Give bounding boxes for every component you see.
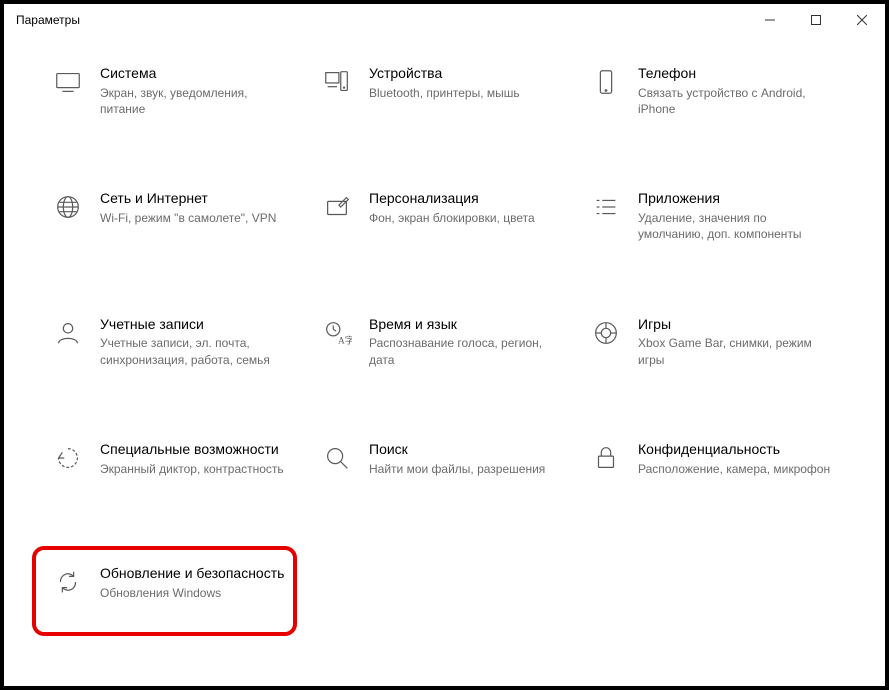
tile-accounts[interactable]: Учетные записи Учетные записи, эл. почта… [50,311,301,372]
tile-desc: Учетные записи, эл. почта, синхронизация… [100,335,293,367]
tile-search[interactable]: Поиск Найти мои файлы, разрешения [319,436,570,496]
tile-title: Игры [638,315,831,334]
close-button[interactable] [839,4,885,36]
search-icon [321,442,353,474]
tile-title: Сеть и Интернет [100,189,293,208]
tile-desc: Распознавание голоса, регион, дата [369,335,562,367]
svg-text:A字: A字 [338,334,352,346]
tile-desc: Bluetooth, принтеры, мышь [369,85,562,101]
tile-title: Поиск [369,440,562,459]
tile-text: Телефон Связать устройство с Android, iP… [638,64,837,117]
ease-of-access-icon [52,442,84,474]
tile-desc: Обновления Windows [100,585,293,601]
person-icon [52,317,84,349]
tile-devices[interactable]: Устройства Bluetooth, принтеры, мышь [319,60,570,121]
tile-text: Обновление и безопасность Обновления Win… [100,564,299,601]
tile-desc: Расположение, камера, микрофон [638,461,831,477]
tile-text: Сеть и Интернет Wi-Fi, режим "в самолете… [100,189,299,226]
tile-ease[interactable]: Специальные возможности Экранный диктор,… [50,436,301,496]
tile-phone[interactable]: Телефон Связать устройство с Android, iP… [588,60,839,121]
tile-text: Время и язык Распознавание голоса, регио… [369,315,568,368]
paint-icon [321,191,353,223]
tile-text: Система Экран, звук, уведомления, питани… [100,64,299,117]
tile-title: Устройства [369,64,562,83]
apps-icon [590,191,622,223]
tile-title: Учетные записи [100,315,293,334]
tile-gaming[interactable]: Игры Xbox Game Bar, снимки, режим игры [588,311,839,372]
tile-network[interactable]: Сеть и Интернет Wi-Fi, режим "в самолете… [50,185,301,246]
tile-title: Персонализация [369,189,562,208]
system-icon [52,66,84,98]
tile-desc: Xbox Game Bar, снимки, режим игры [638,335,831,367]
devices-icon [321,66,353,98]
tile-personalization[interactable]: Персонализация Фон, экран блокировки, цв… [319,185,570,246]
phone-icon [590,66,622,98]
tile-time[interactable]: A字 Время и язык Распознавание голоса, ре… [319,311,570,372]
tile-text: Игры Xbox Game Bar, снимки, режим игры [638,315,837,368]
tile-privacy[interactable]: Конфиденциальность Расположение, камера,… [588,436,839,496]
tile-text: Приложения Удаление, значения по умолчан… [638,189,837,242]
titlebar: Параметры [4,4,885,36]
window-controls [747,4,885,36]
tile-text: Устройства Bluetooth, принтеры, мышь [369,64,568,101]
tile-desc: Удаление, значения по умолчанию, доп. ко… [638,210,831,242]
tile-update[interactable]: Обновление и безопасность Обновления Win… [50,560,301,620]
settings-grid: Система Экран, звук, уведомления, питани… [50,60,839,620]
tile-title: Обновление и безопасность [100,564,293,583]
tile-text: Персонализация Фон, экран блокировки, цв… [369,189,568,226]
update-icon [52,566,84,598]
time-language-icon: A字 [321,317,353,349]
tile-desc: Найти мои файлы, разрешения [369,461,562,477]
tile-apps[interactable]: Приложения Удаление, значения по умолчан… [588,185,839,246]
maximize-button[interactable] [793,4,839,36]
gaming-icon [590,317,622,349]
tile-desc: Wi-Fi, режим "в самолете", VPN [100,210,293,226]
window-title: Параметры [16,13,747,27]
tile-desc: Фон, экран блокировки, цвета [369,210,562,226]
tile-desc: Экран, звук, уведомления, питание [100,85,293,117]
tile-desc: Экранный диктор, контрастность [100,461,293,477]
tile-title: Приложения [638,189,831,208]
tile-title: Система [100,64,293,83]
tile-desc: Связать устройство с Android, iPhone [638,85,831,117]
tile-title: Время и язык [369,315,562,334]
tile-text: Учетные записи Учетные записи, эл. почта… [100,315,299,368]
tile-text: Специальные возможности Экранный диктор,… [100,440,299,477]
globe-icon [52,191,84,223]
tile-title: Конфиденциальность [638,440,831,459]
tile-text: Конфиденциальность Расположение, камера,… [638,440,837,477]
tile-title: Специальные возможности [100,440,293,459]
settings-grid-container: Система Экран, звук, уведомления, питани… [4,36,885,620]
minimize-button[interactable] [747,4,793,36]
tile-title: Телефон [638,64,831,83]
tile-text: Поиск Найти мои файлы, разрешения [369,440,568,477]
tile-system[interactable]: Система Экран, звук, уведомления, питани… [50,60,301,121]
lock-icon [590,442,622,474]
